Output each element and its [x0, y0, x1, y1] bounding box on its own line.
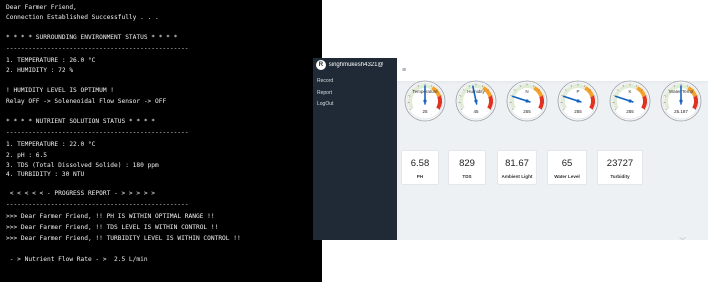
terminal-line: Connection Established Successfully . . …: [6, 14, 159, 21]
serial-terminal: Dear Farmer Friend, Connection Establish…: [0, 0, 322, 282]
gauge-label: Temperature: [412, 89, 438, 94]
gauge-p: P 255: [557, 80, 599, 122]
ph-label: PH: [416, 174, 424, 179]
terminal-line: ----------------------------------------…: [6, 45, 189, 52]
gauge-temperature: Temperature 25: [404, 80, 446, 122]
terminal-line: 2. pH : 6.5: [6, 152, 47, 159]
ambient-light-value: 81.67: [505, 158, 529, 169]
terminal-line: - > Nutrient Flow Rate - > 2.5 L/min: [6, 256, 148, 263]
water-level-label: Water Level: [554, 174, 580, 179]
tds-value: 829: [459, 158, 475, 169]
user-profile[interactable]: R singhmukesh4321@: [313, 58, 397, 72]
avatar: R: [316, 60, 326, 70]
metric-card-tds: 829 TDS: [448, 150, 486, 185]
terminal-line: >>> Dear Farmer Friend, !! PH IS WITHIN …: [6, 213, 215, 220]
ph-value: 6.58: [410, 158, 430, 169]
gauge-k: K 255: [609, 80, 651, 122]
terminal-line: 3. TDS (Total Dissolved Solide) : 180 pp…: [6, 162, 159, 169]
terminal-line: Relay OFF -> Soleneoidal Flow Sensor -> …: [6, 98, 167, 105]
metric-card-ph: 6.58 PH: [401, 150, 439, 185]
gauge-label: N: [525, 89, 528, 94]
turbidity-value: 23727: [606, 158, 634, 169]
terminal-line: * * * * NUTRIENT SOLUTION STATUS * * * *: [6, 118, 156, 125]
metric-card-water-level: 65 Water Level: [547, 150, 587, 185]
terminal-line: Dear Farmer Friend,: [6, 4, 77, 11]
user-name: singhmukesh4321@: [328, 62, 384, 68]
gauge-humidity: Humidity 45: [455, 80, 497, 122]
sidebar-item-report[interactable]: Report: [317, 90, 332, 96]
gauge-n: N 255: [506, 80, 548, 122]
gauge-water-temp: Water Temp 25.187: [660, 80, 702, 122]
terminal-line: >>> Dear Farmer Friend, !! TURBIDITY LEV…: [6, 235, 241, 242]
water-level-value: 65: [561, 158, 573, 169]
hamburger-menu-icon[interactable]: ≡: [402, 67, 406, 74]
terminal-line: * * * * SURROUNDING ENVIRONMENT STATUS *…: [6, 34, 178, 41]
sidebar: R singhmukesh4321@ Record Report LogOut: [313, 58, 397, 240]
terminal-line: 2. HUMIDITY : 72 %: [6, 67, 74, 74]
terminal-line: ----------------------------------------…: [6, 201, 189, 208]
sidebar-item-logout[interactable]: LogOut: [317, 101, 333, 107]
ambient-light-label: Ambient Light: [501, 174, 533, 179]
gauge-label: P: [576, 89, 579, 94]
terminal-line: 1. TEMPERATURE : 26.0 °C: [6, 57, 96, 64]
gauge-value: 25.187: [674, 109, 688, 114]
gauge-label: Humidity: [467, 89, 485, 94]
dashboard-window: ≡ R singhmukesh4321@ Record Report LogOu…: [313, 58, 708, 240]
gauge-value: 45: [473, 109, 479, 114]
tds-label: TDS: [462, 174, 472, 179]
gauge-value: 25: [422, 109, 428, 114]
terminal-line: < < < < < - PROGRESS REPORT - > > > > >: [6, 190, 156, 197]
terminal-line: >>> Dear Farmer Friend, !! TDS LEVEL IS …: [6, 224, 219, 231]
metric-card-turbidity: 23727 Turbidity: [597, 150, 643, 185]
terminal-line: 4. TURBIDITY : 30 NTU: [6, 171, 85, 178]
gauge-label: Water Temp: [669, 89, 694, 94]
scroll-down-icon[interactable]: [679, 237, 686, 240]
gauge-value: 255: [574, 109, 582, 114]
gauge-value: 255: [626, 109, 634, 114]
terminal-line: ----------------------------------------…: [6, 129, 189, 136]
terminal-line: ! HUMIDITY LEVEL IS OPTIMUM !: [6, 87, 115, 94]
gauge-label: K: [628, 89, 631, 94]
sidebar-item-record[interactable]: Record: [317, 78, 333, 84]
metric-card-ambient-light: 81.67 Ambient Light: [497, 150, 537, 185]
terminal-line: 1. TEMPERATURE : 22.0 °C: [6, 141, 96, 148]
turbidity-label: Turbidity: [610, 174, 630, 179]
gauge-value: 255: [523, 109, 531, 114]
